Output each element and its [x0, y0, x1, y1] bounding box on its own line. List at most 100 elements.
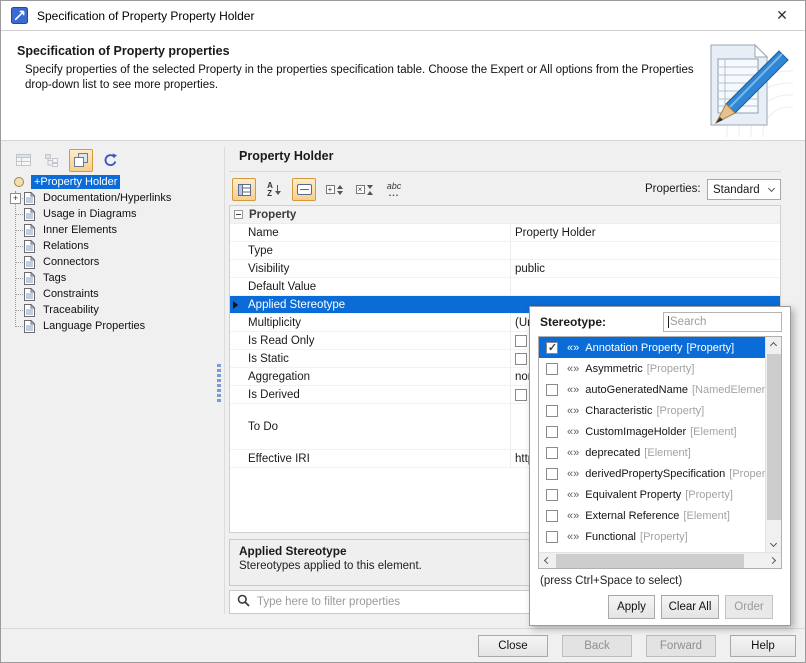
vertical-scroll-thumb[interactable] [767, 354, 781, 520]
text-caret [668, 316, 669, 328]
tree-item-label: Documentation/Hyperlinks [40, 191, 174, 205]
spec-tree: +Property Holder + Documentation/Hyperlink… [9, 174, 215, 334]
stereotype-item-annotation-property[interactable]: «»Annotation Property[Property] [539, 337, 765, 358]
stereotype-search-input[interactable]: Search [663, 312, 782, 332]
checkbox-icon[interactable] [515, 335, 527, 347]
cascade-view-icon[interactable] [69, 149, 93, 172]
stereotype-guillemets-icon: «» [567, 447, 579, 459]
stereotype-metaclass: [Property] [729, 468, 765, 480]
tree-item-inner-elements[interactable]: Inner Elements [9, 222, 215, 238]
expand-plus-icon[interactable]: + [10, 193, 21, 204]
page-icon [24, 288, 35, 301]
stereotype-item-external-reference[interactable]: «»External Reference[Element] [539, 505, 765, 526]
stereotype-item-asymmetric[interactable]: «»Asymmetric[Property] [539, 358, 765, 379]
checkbox-icon[interactable] [515, 353, 527, 365]
tree-item-usage-in-diagrams[interactable]: Usage in Diagrams [9, 206, 215, 222]
checkbox-icon[interactable] [546, 489, 558, 501]
property-name: Multiplicity [230, 314, 511, 331]
az-sort-icon[interactable]: AZ [262, 178, 286, 201]
horizontal-scroll-thumb[interactable] [556, 554, 744, 568]
property-name: Is Static [230, 350, 511, 367]
stereotype-name: CustomImageHolder [585, 426, 686, 438]
close-icon[interactable]: ✕ [767, 7, 797, 24]
property-icon [14, 177, 24, 187]
collapse-nodes-icon[interactable]: × [352, 178, 376, 201]
stereotype-name: derivedPropertySpecification [585, 468, 725, 480]
help-button[interactable]: Help [730, 635, 796, 657]
stereotype-item-derivedpropertyspecification[interactable]: «»derivedPropertySpecification[Property] [539, 463, 765, 484]
stereotype-item-autogeneratedname[interactable]: «»autoGeneratedName[NamedElement] [539, 379, 765, 400]
stereotype-popup: Stereotype: Search «»Annotation Property… [529, 306, 791, 626]
stereotype-item-characteristic[interactable]: «»Characteristic[Property] [539, 400, 765, 421]
vertical-scrollbar[interactable] [765, 337, 781, 552]
dialog-button-bar: CloseBackForwardHelp [1, 628, 805, 662]
splitter-handle[interactable] [217, 364, 221, 404]
tree-item-language-properties[interactable]: Language Properties [9, 318, 215, 334]
property-name: Visibility [230, 260, 511, 277]
tree-view-icon[interactable] [40, 149, 64, 172]
tree-item-documentation-hyperlinks[interactable]: + Documentation/Hyperlinks [9, 190, 215, 206]
expand-nodes-icon[interactable]: + [322, 178, 346, 201]
checkbox-icon[interactable] [546, 510, 558, 522]
close-button[interactable]: Close [478, 635, 548, 657]
show-description-icon[interactable] [292, 178, 316, 201]
tree-item-connectors[interactable]: Connectors [9, 254, 215, 270]
tree-item-constraints[interactable]: Constraints [9, 286, 215, 302]
apply-button[interactable]: Apply [608, 595, 655, 619]
page-icon [24, 272, 35, 285]
checkbox-icon[interactable] [546, 531, 558, 543]
horizontal-scrollbar[interactable] [539, 552, 781, 568]
stereotype-metaclass: [Property] [685, 489, 733, 501]
tree-item-label: +Property Holder [31, 175, 120, 189]
stereotype-item-customimageholder[interactable]: «»CustomImageHolder[Element] [539, 421, 765, 442]
collapse-group-icon[interactable] [234, 210, 243, 219]
scroll-left-icon[interactable] [540, 553, 555, 568]
stereotype-metaclass: [Element] [690, 426, 736, 438]
ctrl-space-hint: (press Ctrl+Space to select) [540, 575, 682, 587]
checkbox-icon[interactable] [546, 342, 558, 354]
properties-mode-dropdown[interactable]: Standard [707, 179, 781, 200]
tree-item-tags[interactable]: Tags [9, 270, 215, 286]
scroll-down-icon[interactable] [766, 536, 781, 551]
stereotype-name: Equivalent Property [585, 489, 681, 501]
checkbox-icon[interactable] [546, 384, 558, 396]
tree-item-label: Usage in Diagrams [40, 207, 140, 221]
checkbox-icon[interactable] [546, 426, 558, 438]
property-group-header[interactable]: Property [230, 206, 780, 224]
stereotype-item-functional[interactable]: «»Functional[Property] [539, 526, 765, 547]
property-row-default-value[interactable]: Default Value [230, 278, 780, 296]
page-icon [24, 208, 35, 221]
clear-all-button[interactable]: Clear All [661, 595, 719, 619]
checkbox-icon[interactable] [515, 389, 527, 401]
abc-edit-icon[interactable]: abc... [382, 178, 406, 201]
checkbox-icon[interactable] [546, 468, 558, 480]
page-icon [24, 320, 35, 333]
scroll-up-icon[interactable] [766, 338, 781, 353]
property-name: Is Derived [230, 386, 511, 403]
tree-item-property-holder[interactable]: +Property Holder [9, 174, 215, 190]
stereotype-popup-title: Stereotype: [540, 315, 606, 329]
property-row-type[interactable]: Type [230, 242, 780, 260]
stereotype-item-deprecated[interactable]: «»deprecated[Element] [539, 442, 765, 463]
property-row-name[interactable]: NameProperty Holder [230, 224, 780, 242]
app-icon [11, 7, 28, 24]
property-name: Aggregation [230, 368, 511, 385]
table-view-icon[interactable] [11, 149, 35, 172]
page-icon [24, 256, 35, 269]
checkbox-icon[interactable] [546, 363, 558, 375]
property-row-visibility[interactable]: Visibilitypublic [230, 260, 780, 278]
checkbox-icon[interactable] [546, 447, 558, 459]
tree-item-relations[interactable]: Relations [9, 238, 215, 254]
tree-item-label: Tags [40, 271, 69, 285]
property-value-text: Property Holder [515, 227, 596, 239]
checkbox-icon[interactable] [546, 405, 558, 417]
stereotype-guillemets-icon: «» [567, 384, 579, 396]
scroll-right-icon[interactable] [765, 553, 780, 568]
stereotype-guillemets-icon: «» [567, 342, 579, 354]
page-icon [24, 192, 35, 205]
tree-item-label: Connectors [40, 255, 102, 269]
refresh-icon[interactable] [98, 149, 122, 172]
categorized-view-icon[interactable] [232, 178, 256, 201]
tree-item-traceability[interactable]: Traceability [9, 302, 215, 318]
stereotype-item-equivalent-property[interactable]: «»Equivalent Property[Property] [539, 484, 765, 505]
